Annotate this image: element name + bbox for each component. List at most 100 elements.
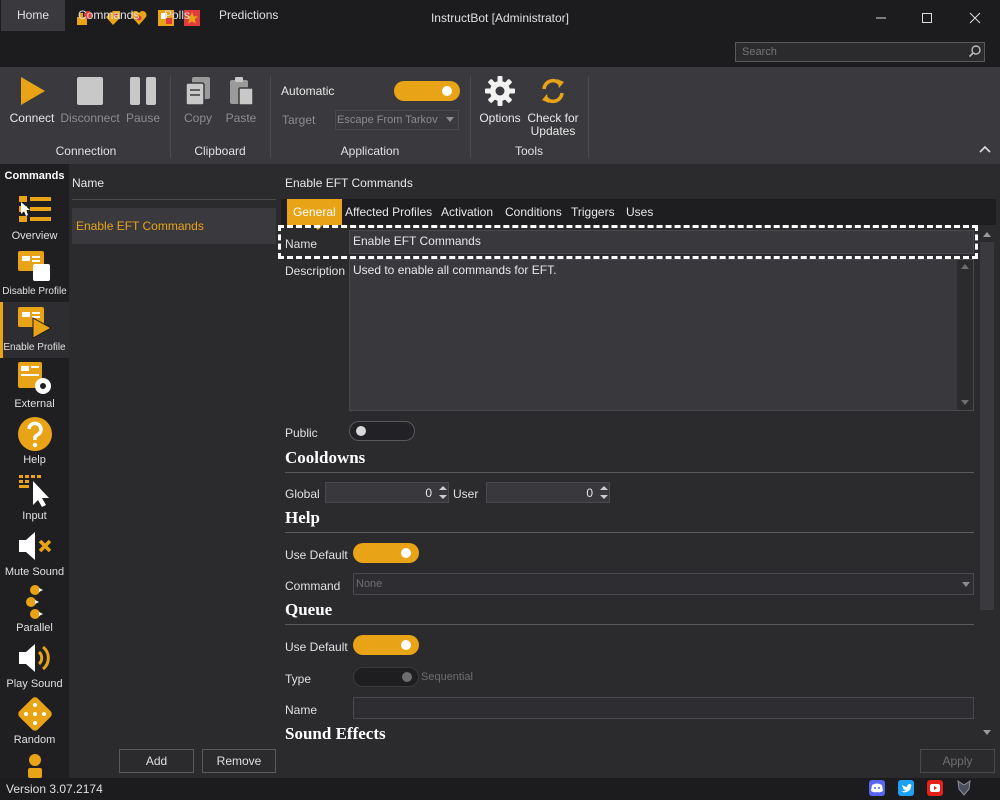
twitter-icon[interactable] [898, 780, 914, 796]
queue-use-default-toggle[interactable] [353, 635, 419, 655]
tab-commands[interactable]: Commands [62, 0, 155, 31]
sidebar-item-random[interactable]: Random [0, 694, 69, 750]
toggle-knob [356, 426, 366, 436]
paste-button[interactable]: Paste [220, 74, 262, 126]
check-updates-button[interactable]: Check for Updates [525, 74, 581, 140]
scrollbar-thumb[interactable] [980, 242, 994, 610]
description-scrollbar[interactable] [957, 260, 973, 410]
add-button[interactable]: Add [119, 749, 194, 773]
search-input[interactable] [735, 42, 985, 62]
sidebar-item-label: Overview [11, 230, 58, 242]
discord-icon[interactable] [869, 780, 885, 796]
connect-label: Connect [9, 111, 55, 125]
tab-activation[interactable]: Activation [435, 199, 499, 225]
minimize-button[interactable] [858, 6, 904, 30]
search-icon[interactable] [968, 44, 982, 58]
target-select[interactable]: Escape From Tarkov [335, 110, 459, 130]
toggle-knob [442, 86, 452, 96]
tab-polls[interactable]: Polls [148, 0, 206, 31]
chevron-up-icon[interactable] [979, 145, 991, 153]
tab-home[interactable]: Home [1, 0, 66, 31]
chevron-down-icon [446, 117, 454, 122]
scroll-up-icon[interactable] [983, 232, 991, 237]
sidebar-item-help[interactable]: Help [0, 414, 69, 470]
remove-button[interactable]: Remove [202, 749, 276, 773]
pause-button[interactable]: Pause [122, 74, 164, 126]
public-label: Public [285, 426, 318, 440]
scroll-up-icon[interactable] [961, 264, 969, 269]
apply-button[interactable]: Apply [920, 749, 995, 773]
public-toggle[interactable] [349, 421, 415, 441]
sidebar-item-parallel[interactable]: Parallel [0, 582, 69, 638]
sidebar-header: Commands [4, 170, 65, 182]
global-cooldown-value: 0 [425, 486, 432, 500]
tab-uses[interactable]: Uses [620, 199, 659, 225]
sidebar-item-disable-profile[interactable]: Disable Profile [0, 246, 69, 302]
parallel-icon [26, 585, 43, 619]
user-cooldown-label: User [453, 487, 479, 501]
help-use-default-label: Use Default [285, 548, 348, 562]
user-cooldown-value: 0 [586, 486, 593, 500]
copy-button[interactable]: Copy [177, 74, 219, 126]
global-cooldown-input[interactable]: 0 [325, 482, 449, 503]
version-text: Version 3.07.2174 [6, 782, 103, 796]
help-heading: Help [285, 508, 320, 527]
help-command-select[interactable]: None [353, 573, 974, 595]
tab-affected-profiles[interactable]: Affected Profiles [339, 199, 438, 225]
maximize-button[interactable] [904, 6, 950, 30]
queue-name-field[interactable] [353, 697, 974, 719]
section-divider [285, 472, 974, 473]
queue-type-toggle[interactable] [353, 667, 419, 687]
sidebar-item-overview[interactable]: Overview [0, 190, 69, 246]
minimize-icon [876, 17, 886, 19]
app-logo-icon[interactable] [955, 780, 973, 796]
youtube-icon[interactable] [927, 780, 943, 796]
tab-predictions[interactable]: Predictions [203, 0, 294, 31]
automatic-toggle[interactable] [394, 81, 460, 101]
dice-icon [18, 697, 52, 731]
keyboard-cursor-icon [19, 475, 49, 507]
disconnect-label: Disconnect [60, 111, 120, 125]
disable-profile-icon [18, 251, 50, 281]
sidebar-item-label: Disable Profile [2, 286, 67, 297]
ribbon-separator [588, 76, 589, 158]
focus-highlight [278, 225, 978, 259]
tab-conditions[interactable]: Conditions [499, 199, 568, 225]
section-divider [285, 532, 974, 533]
sidebar-item-label: Help [23, 454, 46, 466]
sidebar-item-label: Input [22, 510, 47, 522]
user-cooldown-input[interactable]: 0 [486, 482, 610, 503]
sidebar-item-input[interactable]: Input [0, 470, 69, 526]
group-label-tools: Tools [514, 144, 543, 158]
sidebar-item-external[interactable]: External [0, 358, 69, 414]
connect-button[interactable]: Connect [6, 74, 58, 126]
scroll-down-icon[interactable] [983, 730, 991, 735]
disconnect-button[interactable]: Disconnect [60, 74, 120, 126]
help-use-default-toggle[interactable] [353, 543, 419, 563]
help-command-value: None [356, 578, 383, 590]
tab-general[interactable]: General [287, 199, 342, 225]
spinner-icon[interactable] [600, 485, 608, 500]
queue-type-value: Sequential [421, 671, 473, 683]
queue-name-label: Name [285, 703, 318, 717]
sidebar-item-play-sound[interactable]: Play Sound [0, 638, 69, 694]
queue-use-default-label: Use Default [285, 640, 348, 654]
close-button[interactable] [952, 6, 998, 30]
list-item[interactable]: Enable EFT Commands [72, 208, 276, 244]
group-label-connection: Connection [55, 144, 117, 158]
section-divider [285, 624, 974, 625]
toggle-knob [402, 672, 412, 682]
description-value: Used to enable all commands for EFT. [353, 263, 557, 277]
tab-triggers[interactable]: Triggers [565, 199, 621, 225]
sidebar-item-enable-profile[interactable]: Enable Profile [0, 302, 69, 358]
mute-icon [19, 532, 52, 560]
help-icon [18, 417, 52, 451]
options-label: Options [479, 111, 521, 125]
queue-heading: Queue [285, 600, 333, 619]
sidebar-item-mute-sound[interactable]: Mute Sound [0, 526, 69, 582]
options-button[interactable]: Options [478, 74, 522, 126]
scroll-down-icon[interactable] [961, 400, 969, 405]
spinner-icon[interactable] [439, 485, 447, 500]
description-field[interactable]: Used to enable all commands for EFT. [349, 259, 974, 411]
list-column-header[interactable]: Name [72, 176, 104, 190]
